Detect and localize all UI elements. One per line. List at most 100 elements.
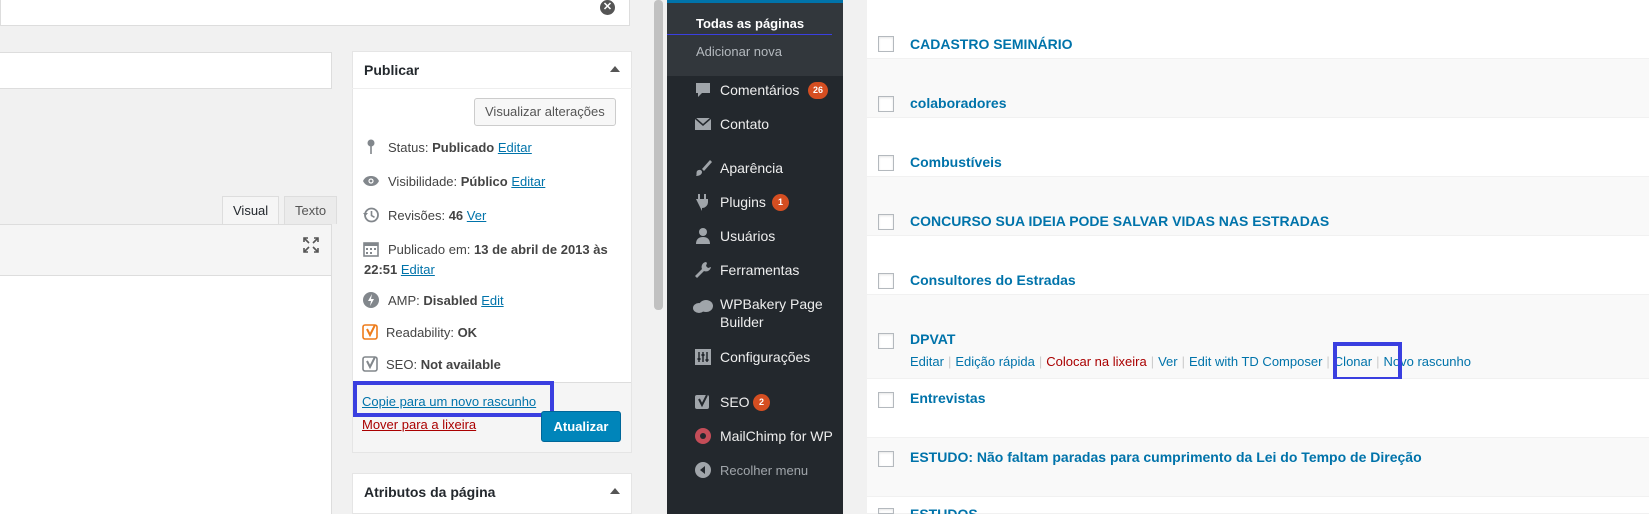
editor-media-area — [0, 90, 332, 200]
publish-box-header[interactable]: Publicar — [352, 51, 632, 89]
plugins-badge: 1 — [772, 194, 789, 211]
comment-icon — [694, 81, 712, 99]
page-attributes-header[interactable]: Atributos da página — [352, 473, 632, 511]
published-edit-link[interactable]: Editar — [401, 262, 435, 277]
sidebar-item-contact[interactable]: Contato — [720, 116, 769, 132]
row-checkbox[interactable] — [878, 392, 894, 408]
amp-icon — [362, 291, 380, 309]
row-checkbox[interactable] — [878, 508, 894, 514]
fullscreen-icon[interactable] — [302, 236, 320, 254]
revisions-label: Revisões: — [388, 208, 446, 223]
update-button[interactable]: Atualizar — [541, 411, 621, 442]
visibility-edit-link[interactable]: Editar — [511, 174, 545, 189]
cloud-icon — [692, 298, 714, 316]
readability-label: Readability: — [386, 325, 454, 340]
content-gutter — [843, 0, 867, 514]
published-row: Publicado em: 13 de abril de 2013 às — [388, 242, 608, 257]
view-action[interactable]: Ver — [1158, 354, 1178, 369]
active-indicator — [667, 0, 843, 3]
settings-icon — [694, 348, 712, 366]
sidebar-item-users[interactable]: Usuários — [720, 228, 775, 244]
status-row: Status: Publicado Editar — [388, 140, 532, 155]
page-title-link[interactable]: Entrevistas — [910, 390, 985, 406]
page-title-link[interactable]: Consultores do Estradas — [910, 272, 1076, 288]
submenu-all-pages[interactable]: Todas as páginas — [696, 16, 804, 31]
status-label: Status: — [388, 140, 429, 155]
seo-badge: 2 — [753, 394, 770, 411]
calendar-icon — [362, 240, 380, 258]
trash-action[interactable]: Colocar na lixeira — [1046, 354, 1146, 369]
mail-icon — [694, 115, 712, 133]
eye-icon — [362, 172, 380, 190]
highlight-box — [1333, 342, 1402, 381]
page-title-link[interactable]: DPVAT — [910, 331, 955, 347]
row-checkbox[interactable] — [878, 333, 894, 349]
sidebar-item-mailchimp[interactable]: MailChimp for WP — [720, 428, 833, 444]
readability-icon — [362, 323, 380, 341]
separator: | — [1326, 354, 1330, 369]
sidebar-item-plugins[interactable]: Plugins — [720, 194, 766, 210]
sidebar-item-seo[interactable]: SEO — [720, 394, 750, 410]
mailchimp-icon — [694, 427, 712, 445]
page-title-link[interactable]: Combustíveis — [910, 154, 1002, 170]
status-value: Publicado — [432, 140, 495, 155]
plugin-icon — [694, 193, 712, 211]
page-title-link[interactable]: colaboradores — [910, 95, 1006, 111]
amp-row: AMP: Disabled Edit — [388, 293, 504, 308]
table-row — [867, 379, 1649, 438]
edit-action[interactable]: Editar — [910, 354, 944, 369]
page-title-link[interactable]: CADASTRO SEMINÁRIO — [910, 36, 1073, 52]
title-input[interactable] — [0, 52, 332, 89]
history-icon — [362, 206, 380, 224]
row-checkbox[interactable] — [878, 36, 894, 52]
seo-row: SEO: Not available — [386, 357, 501, 372]
highlight-box — [353, 381, 554, 417]
row-checkbox[interactable] — [878, 155, 894, 171]
toggle-arrow-icon[interactable] — [610, 488, 620, 494]
seo-icon — [362, 355, 380, 373]
close-icon[interactable]: ✕ — [600, 0, 615, 15]
page-title-link[interactable]: ESTUDO: Não faltam paradas para cumprime… — [910, 449, 1422, 465]
revisions-view-link[interactable]: Ver — [467, 208, 487, 223]
row-checkbox[interactable] — [878, 214, 894, 230]
seo-value: Not available — [420, 357, 501, 372]
sidebar-item-appearance[interactable]: Aparência — [720, 160, 783, 176]
preview-changes-button[interactable]: Visualizar alterações — [474, 98, 616, 126]
pages-submenu — [667, 0, 843, 76]
row-checkbox[interactable] — [878, 273, 894, 289]
row-checkbox[interactable] — [878, 96, 894, 112]
sidebar-item-collapse[interactable]: Recolher menu — [720, 463, 808, 478]
move-to-trash-link[interactable]: Mover para a lixeira — [362, 417, 476, 432]
sidebar-item-wpbakery[interactable]: WPBakery Page — [720, 296, 823, 312]
top-input-field[interactable] — [0, 0, 630, 26]
revisions-row: Revisões: 46 Ver — [388, 208, 486, 223]
scrollbar[interactable] — [654, 0, 663, 310]
amp-label: AMP: — [388, 293, 420, 308]
status-edit-link[interactable]: Editar — [498, 140, 532, 155]
page-title-link[interactable]: ESTUDOS — [910, 506, 978, 514]
sidebar-item-tools[interactable]: Ferramentas — [720, 262, 799, 278]
quick-edit-action[interactable]: Edição rápida — [955, 354, 1035, 369]
published-row-2: 22:51 Editar — [364, 262, 435, 277]
separator: | — [1150, 354, 1155, 369]
tab-visual[interactable]: Visual — [222, 196, 280, 224]
amp-edit-link[interactable]: Edit — [481, 293, 503, 308]
page-title-link[interactable]: CONCURSO SUA IDEIA PODE SALVAR VIDAS NAS… — [910, 213, 1329, 229]
table-row — [867, 497, 1649, 514]
td-composer-action[interactable]: Edit with TD Composer — [1189, 354, 1322, 369]
collapse-icon[interactable] — [694, 461, 712, 479]
sidebar-item-settings[interactable]: Configurações — [720, 349, 810, 365]
revisions-value: 46 — [448, 208, 464, 223]
pin-icon — [362, 138, 380, 156]
user-icon — [694, 227, 712, 245]
sidebar-item-comments[interactable]: Comentários — [720, 82, 799, 98]
page-attributes-title: Atributos da página — [364, 484, 496, 500]
editor-content[interactable] — [0, 276, 332, 514]
tab-text[interactable]: Texto — [284, 196, 338, 224]
sidebar-item-wpbakery-line2[interactable]: Builder — [720, 314, 764, 330]
row-checkbox[interactable] — [878, 451, 894, 467]
published-label: Publicado em: — [388, 242, 471, 257]
separator: | — [1181, 354, 1185, 369]
submenu-add-new[interactable]: Adicionar nova — [696, 44, 782, 59]
toggle-arrow-icon[interactable] — [610, 66, 620, 72]
